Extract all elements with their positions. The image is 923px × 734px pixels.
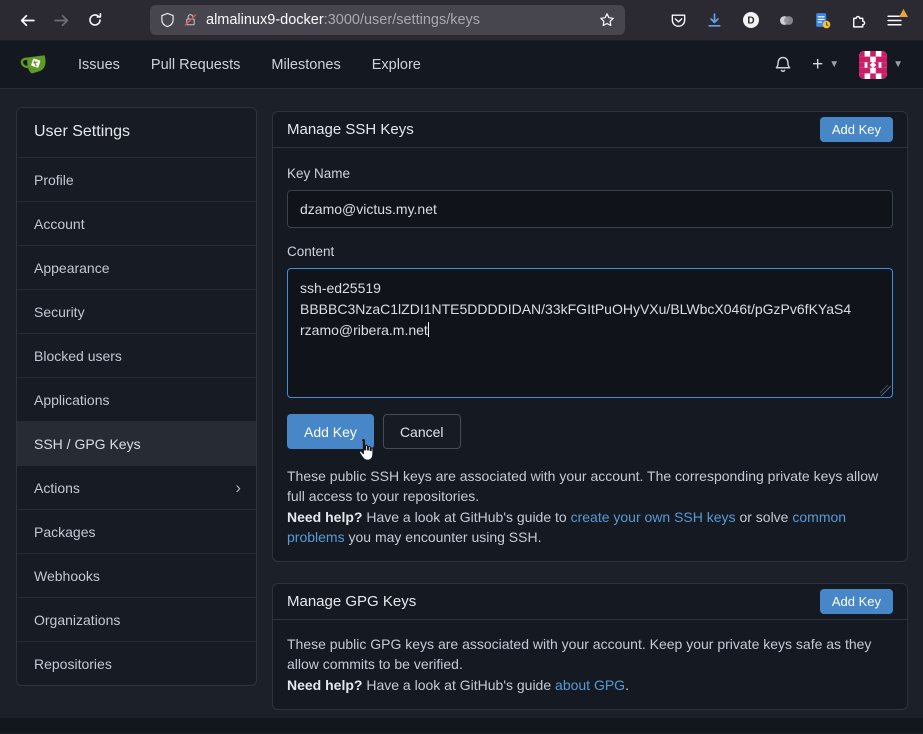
chevron-down-icon: ▼ [829,59,839,70]
forward-icon[interactable] [44,5,78,35]
key-name-label: Key Name [287,166,893,181]
gpg-panel-header: Manage GPG Keys Add Key [273,584,907,620]
containers-icon[interactable] [770,5,803,35]
create-new-dropdown[interactable]: + ▼ [812,55,839,74]
nav-links: Issues Pull Requests Milestones Explore [78,57,421,73]
settings-sidebar: User Settings Profile Account Appearance… [16,107,257,686]
back-icon[interactable] [10,5,44,35]
gpg-panel-body: These public GPG keys are associated wit… [273,620,907,709]
avatar [859,51,887,79]
text-caret [428,322,429,337]
main-content: Manage SSH Keys Add Key Key Name Content… [272,111,908,710]
duckduckgo-icon[interactable]: D [734,5,767,35]
sidebar-item-profile[interactable]: Profile [17,157,256,201]
chevron-down-icon: ▼ [893,59,903,70]
url-domain: almalinux9-docker [206,12,324,28]
url-bar[interactable]: almalinux9-docker:3000/user/settings/key… [150,5,625,35]
plus-icon: + [812,55,823,74]
gpg-panel-title: Manage GPG Keys [287,593,416,610]
gitea-logo-icon[interactable] [20,49,52,81]
bookmark-star-icon[interactable] [599,12,615,28]
nav-link-issues[interactable]: Issues [78,57,120,73]
sidebar-item-security[interactable]: Security [17,289,256,333]
reload-icon[interactable] [78,5,112,35]
content-label: Content [287,244,893,259]
resize-handle[interactable] [880,385,891,396]
gpg-help-text: These public GPG keys are associated wit… [287,634,893,695]
create-ssh-keys-link[interactable]: create your own SSH keys [571,509,736,525]
gpg-add-key-header-button[interactable]: Add Key [820,589,893,614]
ssh-add-key-header-button[interactable]: Add Key [820,117,893,142]
sidebar-item-actions[interactable]: Actions› [17,465,256,509]
key-name-input[interactable] [287,190,893,228]
menu-hamburger-icon[interactable] [878,5,911,35]
download-icon[interactable] [698,5,731,35]
navbar-right: + ▼ ▼ [774,51,903,79]
sidebar-item-packages[interactable]: Packages [17,509,256,553]
gpg-keys-panel: Manage GPG Keys Add Key These public GPG… [272,583,908,710]
sidebar-item-repositories[interactable]: Repositories [17,641,256,685]
sidebar-item-organizations[interactable]: Organizations [17,597,256,641]
key-content-textarea[interactable]: ssh-ed25519 BBBBC3NzaC1lZDI1NTE5DDDDIDAN… [287,268,893,398]
ssh-keys-panel: Manage SSH Keys Add Key Key Name Content… [272,111,908,562]
sidebar-item-applications[interactable]: Applications [17,377,256,421]
ssh-panel-body: Key Name Content ssh-ed25519 BBBBC3NzaC1… [273,148,907,561]
extension-icons: D [662,5,913,35]
update-badge-icon [899,9,908,17]
browser-toolbar: almalinux9-docker:3000/user/settings/key… [0,0,923,41]
nav-link-explore[interactable]: Explore [372,57,421,73]
add-key-submit-button[interactable]: Add Key [287,414,374,449]
extensions-puzzle-icon[interactable] [842,5,875,35]
user-menu[interactable]: ▼ [859,51,903,79]
translate-doc-icon[interactable] [806,5,839,35]
nav-link-pull-requests[interactable]: Pull Requests [151,57,240,73]
gitea-navbar: Issues Pull Requests Milestones Explore … [0,41,923,89]
url-path: :3000/user/settings/keys [324,12,480,28]
sidebar-item-appearance[interactable]: Appearance [17,245,256,289]
form-buttons: Add Key Cancel [287,414,893,449]
pocket-icon[interactable] [662,5,695,35]
sidebar-item-ssh-gpg-keys[interactable]: SSH / GPG Keys [17,421,256,465]
svg-text:D: D [747,16,754,27]
sidebar-item-webhooks[interactable]: Webhooks [17,553,256,597]
url-text: almalinux9-docker:3000/user/settings/key… [206,12,591,28]
nav-link-milestones[interactable]: Milestones [271,57,340,73]
sidebar-title: User Settings [17,108,256,157]
broken-lock-icon[interactable] [183,12,198,28]
sidebar-item-blocked-users[interactable]: Blocked users [17,333,256,377]
ssh-panel-title: Manage SSH Keys [287,121,414,138]
sidebar-item-account[interactable]: Account [17,201,256,245]
shield-icon[interactable] [160,12,175,28]
chevron-right-icon: › [235,466,241,510]
ssh-panel-header: Manage SSH Keys Add Key [273,112,907,148]
key-content-text: ssh-ed25519 BBBBC3NzaC1lZDI1NTE5DDDDIDAN… [300,280,851,338]
notifications-bell-icon[interactable] [774,55,792,74]
cancel-button[interactable]: Cancel [383,414,461,449]
ssh-help-text: These public SSH keys are associated wit… [287,466,893,547]
page-footer-bar [0,718,923,733]
about-gpg-link[interactable]: about GPG [555,677,625,693]
settings-page: User Settings Profile Account Appearance… [0,89,923,733]
